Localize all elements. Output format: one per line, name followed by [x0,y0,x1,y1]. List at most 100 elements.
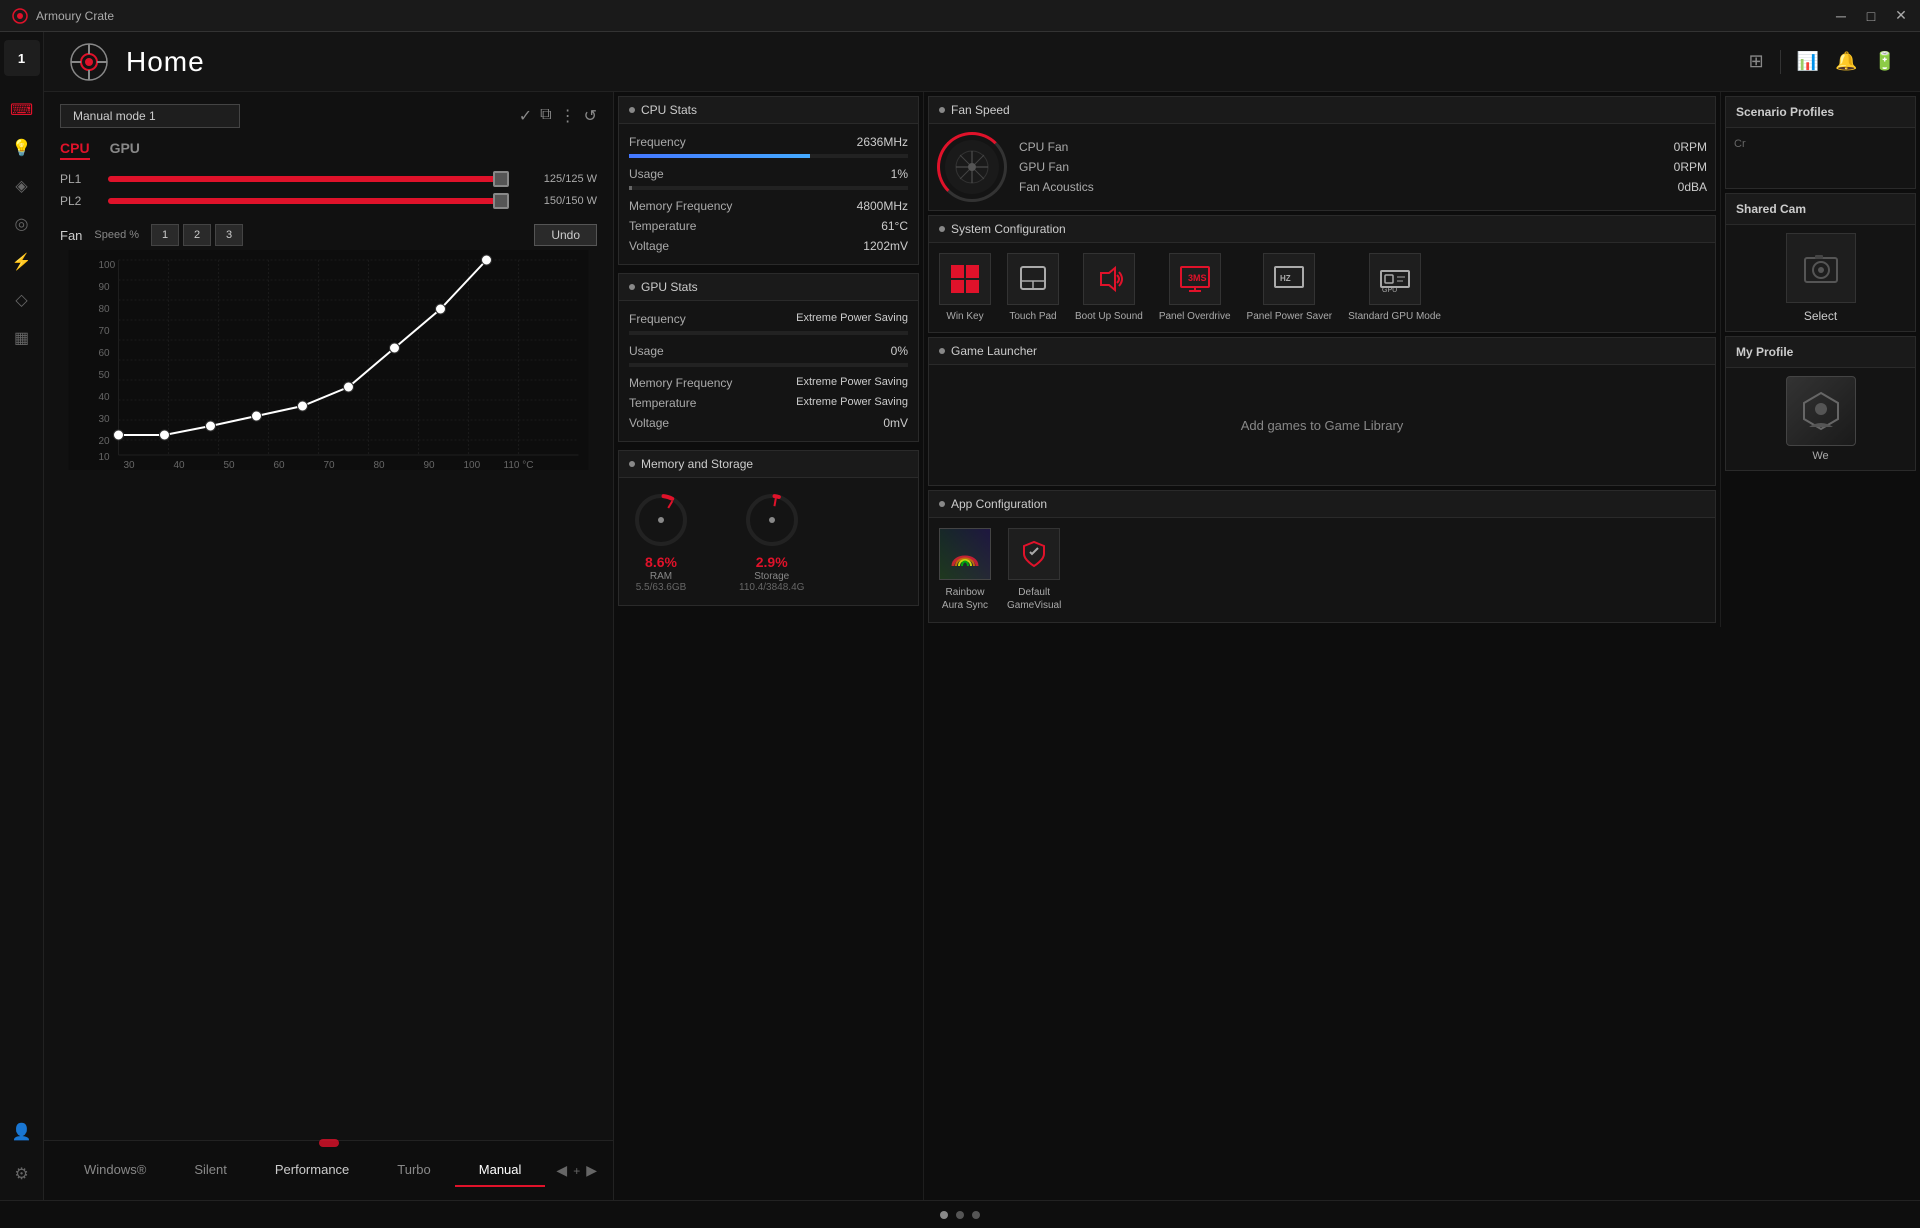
fan-chart-svg: 100 90 80 70 60 50 40 30 20 10 30 40 50 [60,250,597,470]
minimize-button[interactable]: ─ [1834,9,1848,23]
cpu-stats-header: CPU Stats [619,97,918,124]
fan-speed-widget: Fan Speed [928,96,1716,211]
system-config-widget: System Configuration [928,215,1716,333]
fan-header: Fan Speed % 1 2 3 Undo [44,220,613,250]
memory-storage-header: Memory and Storage [619,451,918,478]
ram-label: RAM [636,571,687,582]
shared-cam-image [1786,233,1856,303]
sys-config-win-key[interactable]: Win Key [939,253,991,322]
fan-speed-header: Fan Speed [929,97,1715,124]
more-icon[interactable]: ⋮ [560,106,576,126]
sidebar-item-profiles[interactable]: ◈ [4,168,40,204]
cpu-memfreq-value: 4800MHz [857,199,908,213]
cpu-freq-row: Frequency 2636MHz [629,132,908,152]
bottom-dot-1[interactable] [940,1211,948,1219]
game-launcher-title: Game Launcher [951,344,1037,358]
camera-svg [1801,248,1841,288]
profile-add[interactable]: + [573,1164,580,1178]
sys-config-standard-gpu[interactable]: GPU Standard GPU Mode [1348,253,1441,322]
close-button[interactable]: ✕ [1894,9,1908,23]
fan-gauge-body: CPU Fan 0RPM GPU Fan 0RPM Fa [929,124,1715,210]
tab-cpu[interactable]: CPU [60,140,90,160]
sidebar-item-sliders[interactable]: ⚡ [4,244,40,280]
sidebar-item-fan[interactable]: ◎ [4,206,40,242]
sys-config-panel-overdrive[interactable]: 3MS Panel Overdrive [1159,253,1231,322]
game-launcher-header: Game Launcher [929,338,1715,365]
cpu-usage-bar [629,186,908,190]
gpu-freq-label: Frequency [629,312,686,326]
bell-icon[interactable]: 🔔 [1835,51,1857,72]
cpu-voltage-value: 1202mV [863,239,908,253]
tab-windows[interactable]: Windows® [60,1154,170,1187]
refresh-icon[interactable]: ↺ [584,106,597,126]
default-gamevisual-label: DefaultGameVisual [1007,586,1061,612]
main-content: Home ⊞ 📊 🔔 🔋 Manual mode 1 ✓ [44,32,1920,1200]
app-icon [12,8,28,24]
gpu-stats-dot [629,284,635,290]
svg-text:70: 70 [324,460,336,470]
grid-icon[interactable]: ⊞ [1749,51,1764,72]
page-title: Home [126,46,205,78]
panel-power-saver-icon: HZ [1263,253,1315,305]
panel-overdrive-label: Panel Overdrive [1159,311,1231,322]
restore-button[interactable]: □ [1864,9,1878,23]
app-config-default-gamevisual[interactable]: DefaultGameVisual [1007,528,1061,612]
tab-turbo[interactable]: Turbo [373,1154,454,1187]
fan-point-2[interactable]: 2 [183,224,211,246]
sys-config-grid: Win Key [929,243,1715,332]
sidebar-item-settings[interactable]: ⚙ [4,1156,40,1192]
sys-config-panel-power-saver[interactable]: HZ Panel Power Saver [1247,253,1333,322]
tab-gpu[interactable]: GPU [110,140,140,160]
header-icons: ⊞ 📊 🔔 🔋 [1749,50,1896,74]
chart-icon[interactable]: 📊 [1797,51,1819,72]
tab-silent[interactable]: Silent [170,1154,251,1187]
profile-prev[interactable]: ◀ [556,1162,567,1179]
sys-config-touchpad[interactable]: Touch Pad [1007,253,1059,322]
right-widgets: Fan Speed [924,92,1920,1200]
fan-point-1[interactable]: 1 [151,224,179,246]
touchpad-icon [1007,253,1059,305]
fan-chart[interactable]: 100 90 80 70 60 50 40 30 20 10 30 40 50 [44,250,613,1140]
ram-detail: 5.5/63.6GB [636,582,687,593]
fan-point-buttons: 1 2 3 [151,224,243,246]
shared-cam-select-label[interactable]: Select [1734,309,1907,323]
tab-manual[interactable]: Manual [455,1154,546,1187]
gpu-usage-label: Usage [629,344,664,358]
title-bar-right: ─ □ ✕ [1834,9,1908,23]
tag-icon: ◇ [15,290,27,310]
gpu-memfreq-label: Memory Frequency [629,376,732,390]
sidebar-item-tag[interactable]: ◇ [4,282,40,318]
check-icon[interactable]: ✓ [519,106,532,126]
sidebar-item-home[interactable]: 1 [4,40,40,76]
tab-performance[interactable]: Performance [251,1154,373,1187]
sidebar-item-devices[interactable]: ⌨ [4,92,40,128]
pl2-handle[interactable] [493,193,509,209]
bottom-dot-2[interactable] [956,1211,964,1219]
sidebar-item-user[interactable]: 👤 [4,1114,40,1150]
my-profile-body: We [1726,368,1915,470]
svg-text:60: 60 [274,460,286,470]
cpu-usage-fill [629,186,632,190]
control-icons: ✓ ⧉ ⋮ ↺ [519,106,597,126]
right-upper-left: Fan Speed [924,92,1720,627]
fan-speed-title: Fan Speed [951,103,1010,117]
cpu-fan-label: CPU Fan [1019,140,1068,154]
app-config-rainbow-aura[interactable]: RainbowAura Sync [939,528,991,612]
add-games-text[interactable]: Add games to Game Library [1241,418,1404,433]
battery-icon[interactable]: 🔋 [1874,51,1896,72]
svg-text:110 °C: 110 °C [504,460,534,470]
boot-sound-icon [1083,253,1135,305]
sidebar-item-lighting[interactable]: 💡 [4,130,40,166]
sys-config-boot-sound[interactable]: Boot Up Sound [1075,253,1143,322]
copy-icon[interactable]: ⧉ [540,106,551,126]
ram-percent: 8.6% [636,554,687,571]
profile-next[interactable]: ▶ [586,1162,597,1179]
undo-button[interactable]: Undo [534,224,597,246]
mode-select[interactable]: Manual mode 1 [60,104,240,128]
fan-point-3[interactable]: 3 [215,224,243,246]
gpu-fan-row: GPU Fan 0RPM [1019,157,1707,177]
bottom-dot-3[interactable] [972,1211,980,1219]
fan-gauge-circle [937,132,1007,202]
pl1-handle[interactable] [493,171,509,187]
sidebar-item-calendar[interactable]: ▦ [4,320,40,356]
